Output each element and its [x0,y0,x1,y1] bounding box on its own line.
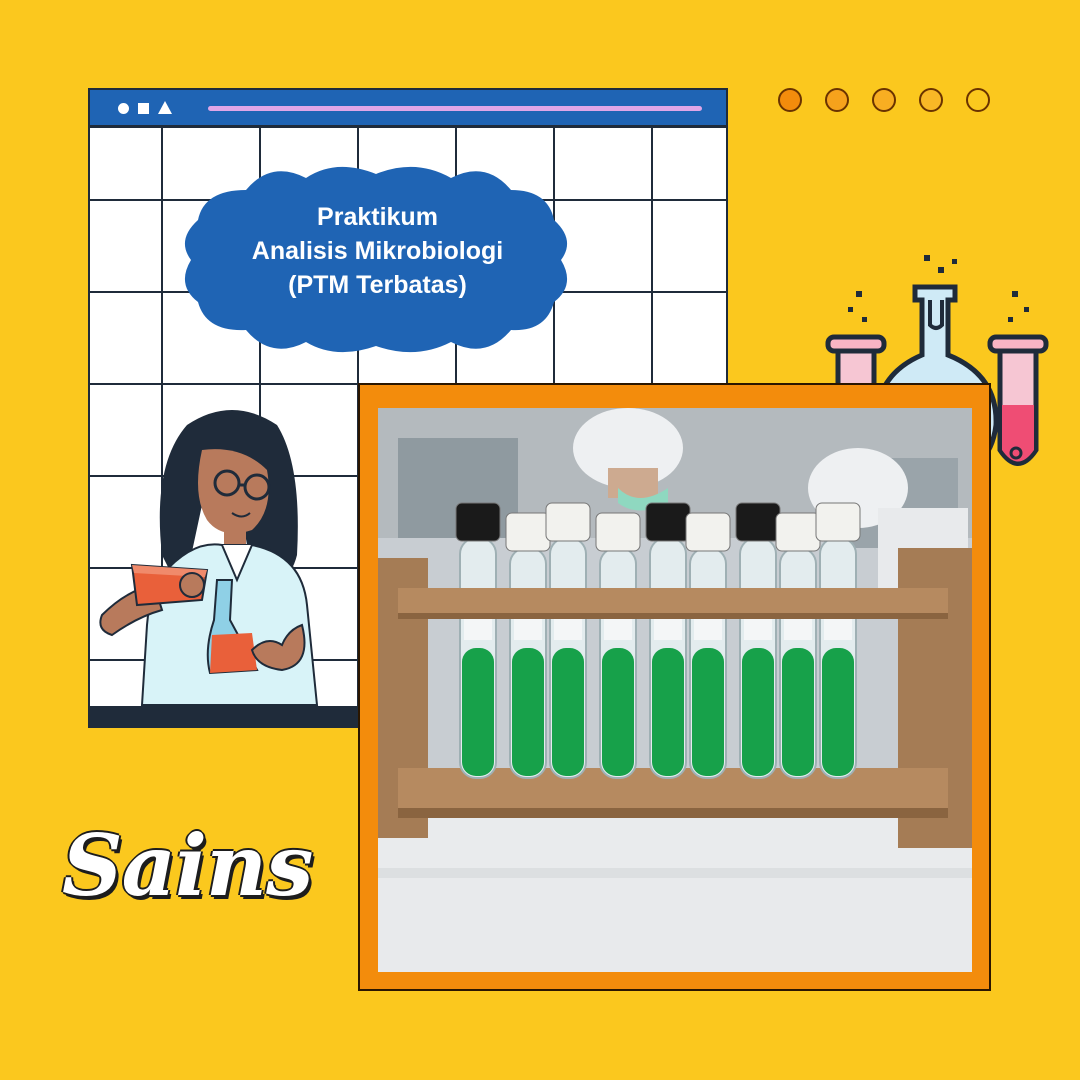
title-line-1: Praktikum [317,203,438,231]
tube-cap [545,502,591,542]
title-line-3: (PTM Terbatas) [288,271,467,299]
window-title-bar [90,90,726,128]
triangle-icon [158,101,172,114]
page-dot-3 [872,88,896,112]
title-line-2: Analisis Mikrobiologi [251,237,504,265]
address-bar [208,106,702,111]
page-title: Praktikum Analisis Mikrobiologi (PTM Ter… [190,200,565,302]
page-dot-4 [919,88,943,112]
scientist-illustration [99,410,319,706]
page-dot-5 [966,88,990,112]
green-medium [782,648,814,776]
lab-test-tubes-photo [378,408,972,972]
green-medium [602,648,634,776]
tube-cap [455,502,501,542]
subject-label: Sains [62,816,313,915]
green-medium [822,648,854,776]
green-medium [742,648,774,776]
green-medium [652,648,684,776]
page-dot-1 [778,88,802,112]
tube-cap [595,512,641,552]
green-medium [552,648,584,776]
tube-cap [645,502,691,542]
tube-cap [735,502,781,542]
green-medium [462,648,494,776]
circle-icon [118,103,129,114]
green-medium [512,648,544,776]
square-icon [138,103,149,114]
tube-cap [815,502,861,542]
tube-cap [685,512,731,552]
green-medium [692,648,724,776]
tube-cap [505,512,551,552]
tube-cap [775,512,821,552]
page-dot-2 [825,88,849,112]
